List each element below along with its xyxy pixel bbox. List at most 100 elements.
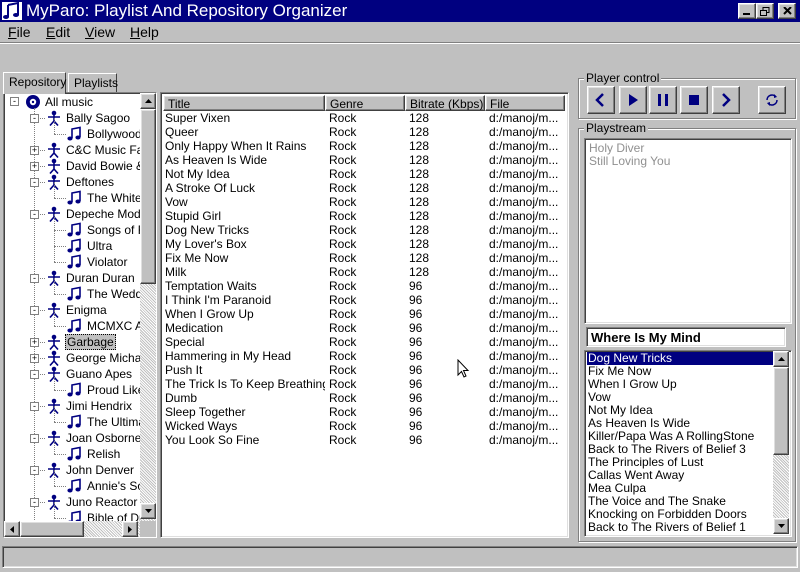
scroll-thumb[interactable] [140, 109, 156, 284]
collapse-icon[interactable]: - [10, 97, 19, 106]
tree-artist-item[interactable]: - Guano Apes [4, 366, 142, 382]
table-row[interactable]: Hammering in My Head Rock 96 d:/manoj/m... [161, 349, 561, 363]
table-row[interactable]: Fix Me Now Rock 128 d:/manoj/m... [161, 251, 561, 265]
table-row[interactable]: When I Grow Up Rock 96 d:/manoj/m... [161, 307, 561, 321]
tree-artist-item[interactable]: + David Bowie & [4, 158, 142, 174]
expand-icon[interactable]: + [30, 146, 39, 155]
menu-file[interactable]: File [8, 24, 31, 40]
queue-scroll-down-button[interactable] [773, 518, 789, 534]
previous-button[interactable] [587, 86, 615, 114]
tree-album-item[interactable]: Violator [4, 246, 142, 270]
collapse-icon[interactable]: - [30, 402, 39, 411]
table-row[interactable]: Dog New Tricks Rock 128 d:/manoj/m... [161, 223, 561, 237]
queue-item[interactable]: Back to The Rivers of Belief 3 [587, 443, 774, 456]
repeat-button[interactable] [758, 86, 786, 114]
column-file[interactable]: File [485, 95, 565, 111]
tree-artist-item[interactable]: - Juno Reactor [4, 494, 142, 510]
collapse-icon[interactable]: - [30, 498, 39, 507]
menu-edit[interactable]: Edit [46, 24, 70, 40]
table-row[interactable]: Only Happy When It Rains Rock 128 d:/manoj/… [161, 139, 561, 153]
pause-button[interactable] [649, 86, 677, 114]
tree-artist-item[interactable]: - Joan Osborne [4, 430, 142, 446]
scroll-left-button[interactable] [4, 521, 20, 537]
table-row[interactable]: As Heaven Is Wide Rock 128 d:/manoj/m... [161, 153, 561, 167]
table-row[interactable]: Temptation Waits Rock 96 d:/manoj/m... [161, 279, 561, 293]
queue-scroll-up-button[interactable] [773, 351, 789, 367]
table-row[interactable]: Push It Rock 96 d:/manoj/m... [161, 363, 561, 377]
column-title[interactable]: Title [163, 95, 325, 111]
queue-item[interactable]: Back to The Rivers of Belief 1 [587, 521, 774, 534]
queue-item[interactable]: Fix Me Now [587, 365, 774, 378]
table-row[interactable]: Not My Idea Rock 128 d:/manoj/m... [161, 167, 561, 181]
tree-artist-item[interactable]: - Deftones [4, 174, 142, 190]
play-button[interactable] [619, 86, 647, 114]
queue-item[interactable]: Knocking on Forbidden Doors [587, 508, 774, 521]
queue-item[interactable]: Callas Went Away [587, 469, 774, 482]
playstream-history-item[interactable]: Holy Diver [589, 141, 644, 155]
tree-album-item[interactable]: MCMXC AD [4, 310, 142, 334]
table-row[interactable]: My Lover's Box Rock 128 d:/manoj/m... [161, 237, 561, 251]
queue-item[interactable]: Vow [587, 391, 774, 404]
repository-tree[interactable]: -All music-Bally SagooBollywood F+C&C Mu… [3, 92, 157, 538]
table-row[interactable]: Super Vixen Rock 128 d:/manoj/m... [161, 111, 561, 125]
table-row[interactable]: The Trick Is To Keep Breathing Rock 96 d:/m… [161, 377, 561, 391]
expand-icon[interactable]: + [30, 354, 39, 363]
tree-artist-item[interactable]: - Depeche Mode [4, 206, 142, 222]
playstream-history-list[interactable]: Holy Diver Still Loving You [584, 138, 792, 324]
queue-item[interactable]: Mea Culpa [587, 482, 774, 495]
tree-album-item[interactable]: The White [4, 182, 142, 206]
tree-artist-item[interactable]: + George Michae [4, 350, 142, 366]
tree-horizontal-scrollbar[interactable] [4, 521, 140, 537]
playstream-history-item[interactable]: Still Loving You [589, 154, 670, 168]
tree-artist-item[interactable]: - Jimi Hendrix [4, 398, 142, 414]
table-row[interactable]: Sleep Together Rock 96 d:/manoj/m... [161, 405, 561, 419]
tree-artist-item[interactable]: - Bally Sagoo [4, 110, 142, 126]
queue-item[interactable]: As Heaven Is Wide [587, 417, 774, 430]
tree-artist-item[interactable]: + C&C Music Fac [4, 142, 142, 158]
queue-item[interactable]: When I Grow Up [587, 378, 774, 391]
collapse-icon[interactable]: - [30, 210, 39, 219]
tree-album-item[interactable]: Songs of Fa [4, 214, 142, 238]
table-row[interactable]: You Look So Fine Rock 96 d:/manoj/m... [161, 433, 561, 447]
queue-item[interactable]: Killer/Papa Was A RollingStone [587, 430, 774, 443]
queue-item[interactable]: The Principles of Lust [587, 456, 774, 469]
restore-button[interactable] [756, 3, 774, 19]
collapse-icon[interactable]: - [30, 178, 39, 187]
column-bitrate[interactable]: Bitrate (Kbps) [405, 95, 485, 111]
menu-view[interactable]: View [85, 24, 115, 40]
queue-vertical-scrollbar[interactable] [773, 351, 789, 534]
tree-vertical-scrollbar[interactable] [140, 93, 156, 521]
collapse-icon[interactable]: - [30, 114, 39, 123]
collapse-icon[interactable]: - [30, 466, 39, 475]
table-row[interactable]: Dumb Rock 96 d:/manoj/m... [161, 391, 561, 405]
tree-artist-item[interactable]: - Duran Duran [4, 270, 142, 286]
table-row[interactable]: Milk Rock 128 d:/manoj/m... [161, 265, 561, 279]
playstream-queue-list[interactable]: Dog New Tricks Fix Me Now When I Grow Up Vo… [584, 350, 792, 537]
tree-album-item[interactable]: Proud Like [4, 374, 142, 398]
scroll-up-button[interactable] [140, 93, 156, 109]
scroll-right-button[interactable] [122, 521, 138, 537]
table-row[interactable]: Medication Rock 96 d:/manoj/m... [161, 321, 561, 335]
song-table[interactable]: Title Genre Bitrate (Kbps) File Super Vi… [160, 92, 569, 538]
tree-album-item[interactable]: Annie's Sor [4, 470, 142, 494]
tree-album-item[interactable]: The Ultimat [4, 406, 142, 430]
tree-album-item[interactable]: Bollywood F [4, 118, 142, 142]
tree-artist-item[interactable]: - John Denver [4, 462, 142, 478]
tree-album-item[interactable]: Ultra [4, 230, 142, 254]
title-bar[interactable]: MyParo: Playlist And Repository Organize… [0, 0, 800, 22]
collapse-icon[interactable]: - [30, 274, 39, 283]
tree-album-item[interactable]: The Weddi [4, 278, 142, 302]
tree-album-item[interactable]: Relish [4, 438, 142, 462]
tree-artist-item[interactable]: - Enigma [4, 302, 142, 318]
scroll-down-button[interactable] [140, 503, 156, 519]
queue-item[interactable]: Dog New Tricks [587, 352, 774, 365]
tab-playlists[interactable]: Playlists [68, 73, 118, 93]
now-playing-field[interactable]: Where Is My Mind [586, 327, 786, 347]
table-row[interactable]: A Stroke Of Luck Rock 128 d:/manoj/m... [161, 181, 561, 195]
expand-icon[interactable]: + [30, 338, 39, 347]
stop-button[interactable] [680, 86, 708, 114]
queue-item[interactable]: Not My Idea [587, 404, 774, 417]
tree-artist-item[interactable]: + Garbage [4, 334, 142, 350]
tree-root[interactable]: - All music [4, 94, 142, 110]
tab-repository[interactable]: Repository [3, 72, 66, 94]
